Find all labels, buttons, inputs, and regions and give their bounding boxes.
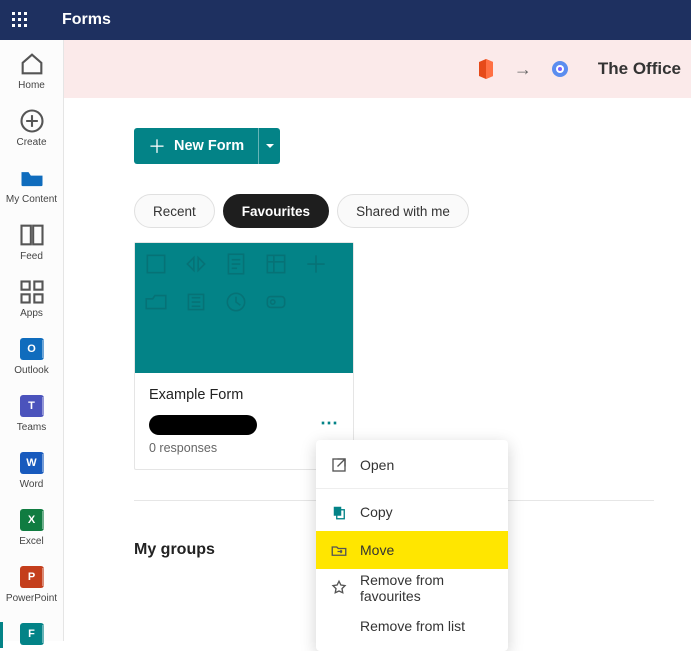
sidebar-item-word[interactable]: W Word (0, 449, 64, 490)
global-sidebar: Home Create My Content Feed Apps O Outlo… (0, 40, 64, 641)
outlook-icon: O (18, 335, 46, 363)
word-icon: W (18, 449, 46, 477)
sidebar-item-powerpoint[interactable]: P PowerPoint (0, 563, 64, 604)
teams-icon: T (18, 392, 46, 420)
plus-icon: ＋ (148, 133, 166, 159)
filter-tabs: Recent Favourites Shared with me (134, 194, 691, 228)
apps-icon (18, 278, 46, 306)
form-card-title: Example Form (149, 387, 339, 403)
filter-favourites[interactable]: Favourites (223, 194, 329, 228)
promo-banner: → The Office (64, 40, 691, 98)
menu-label: Copy (360, 504, 393, 520)
new-form-label: New Form (174, 138, 244, 154)
excel-icon: X (18, 506, 46, 534)
sidebar-label: Word (20, 479, 44, 490)
copilot-icon (546, 55, 574, 83)
form-card[interactable]: Example Form 0 responses ⋯ (134, 242, 354, 470)
sidebar-label: Home (18, 80, 45, 91)
menu-label: Remove from list (360, 618, 465, 634)
sidebar-item-outlook[interactable]: O Outlook (0, 335, 64, 376)
new-form-dropdown[interactable] (258, 128, 280, 164)
menu-item-remove-favourites[interactable]: Remove from favourites (316, 569, 508, 607)
new-form-button-group: ＋ New Form (134, 128, 280, 164)
sidebar-item-excel[interactable]: X Excel (0, 506, 64, 547)
sidebar-label: My Content (6, 194, 57, 205)
sidebar-label: Apps (20, 308, 43, 319)
app-title: Forms (62, 11, 111, 29)
form-card-responses: 0 responses (149, 441, 339, 455)
move-icon (330, 541, 348, 559)
menu-label: Remove from favourites (360, 572, 494, 604)
sidebar-label: Feed (20, 251, 43, 262)
sidebar-item-forms[interactable]: F (0, 620, 64, 650)
folder-icon (18, 164, 46, 192)
feed-icon (18, 221, 46, 249)
filter-recent[interactable]: Recent (134, 194, 215, 228)
office-logo-icon (472, 55, 500, 83)
menu-label: Open (360, 457, 394, 473)
copy-icon (330, 503, 348, 521)
arrow-right-icon: → (514, 59, 532, 80)
menu-item-copy[interactable]: Copy (316, 493, 508, 531)
menu-item-remove-list[interactable]: Remove from list (316, 607, 508, 645)
sidebar-item-my-content[interactable]: My Content (0, 164, 64, 205)
menu-item-open[interactable]: Open (316, 446, 508, 484)
plus-circle-icon (18, 107, 46, 135)
forms-icon: F (18, 620, 46, 648)
form-card-thumbnail (135, 243, 353, 373)
sidebar-item-teams[interactable]: T Teams (0, 392, 64, 433)
sidebar-item-home[interactable]: Home (0, 50, 64, 91)
menu-item-move[interactable]: Move (316, 531, 508, 569)
banner-text: The Office (598, 59, 681, 79)
star-remove-icon (330, 579, 348, 597)
sidebar-item-feed[interactable]: Feed (0, 221, 64, 262)
sidebar-label: PowerPoint (6, 593, 57, 604)
app-launcher-icon[interactable] (0, 0, 40, 40)
powerpoint-icon: P (18, 563, 46, 591)
new-form-button[interactable]: ＋ New Form (134, 128, 258, 164)
top-bar: Forms (0, 0, 691, 40)
menu-label: Move (360, 542, 394, 558)
sidebar-item-create[interactable]: Create (0, 107, 64, 148)
filter-shared[interactable]: Shared with me (337, 194, 469, 228)
sidebar-item-apps[interactable]: Apps (0, 278, 64, 319)
sidebar-label: Outlook (14, 365, 48, 376)
card-context-menu: Open Copy Move Remove from favourites Re… (316, 440, 508, 651)
open-icon (330, 456, 348, 474)
home-icon (18, 50, 46, 78)
sidebar-label: Teams (17, 422, 46, 433)
form-card-more-button[interactable]: ⋯ (320, 413, 339, 434)
form-card-author-redacted (149, 415, 257, 435)
menu-separator (316, 488, 508, 489)
sidebar-label: Create (16, 137, 46, 148)
sidebar-label: Excel (19, 536, 43, 547)
